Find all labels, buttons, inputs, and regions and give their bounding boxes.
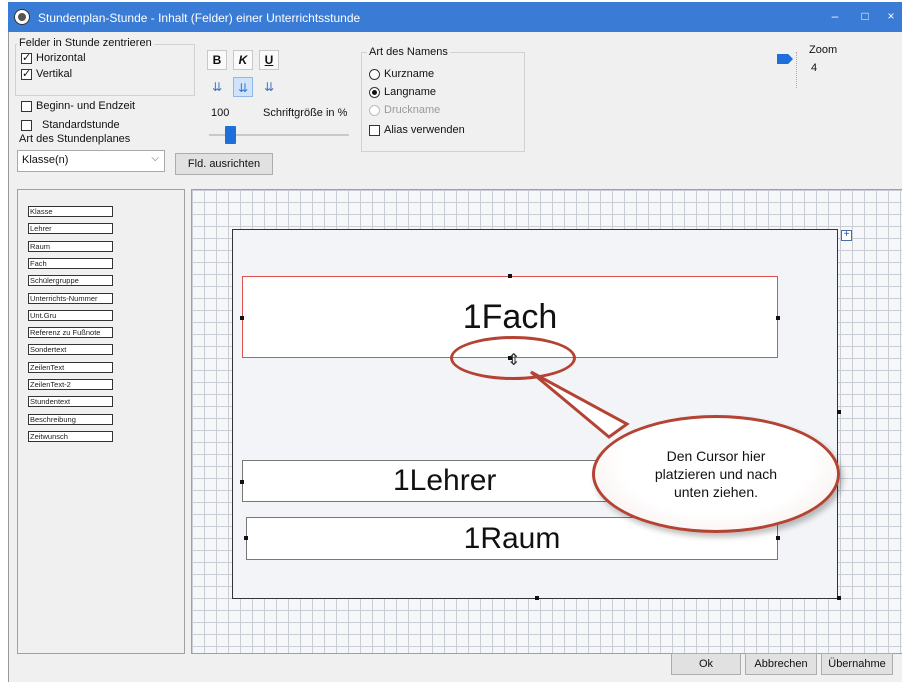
field-list-item[interactable]: ZeilenText-2	[28, 379, 113, 390]
field-list-item[interactable]: Referenz zu Fußnote	[28, 327, 113, 339]
field-lehrer[interactable]: 1Lehrer	[242, 460, 628, 502]
highlight-ellipse	[450, 336, 576, 380]
field-list-item[interactable]: Schülergruppe	[28, 275, 113, 287]
zoom-slider-track[interactable]	[796, 52, 798, 88]
druckname-label: Druckname	[384, 104, 441, 116]
font-size-label: Schriftgröße in %	[261, 107, 350, 119]
field-list-panel: Klasse Lehrer Raum Fach Schülergruppe Unterri…	[17, 189, 185, 654]
druckname-radio-icon	[369, 104, 380, 116]
callout-bubble: Den Cursor hier platzieren und nach unte…	[592, 415, 840, 533]
fach-handle-top[interactable]	[508, 274, 512, 278]
langname-radio-icon	[369, 86, 380, 98]
lehrer-handle-left[interactable]	[240, 480, 244, 484]
beginn-endzeit-checkbox[interactable]: Beginn- und Endzeit	[21, 100, 135, 112]
frame-handle-corner[interactable]	[837, 596, 841, 600]
horizontal-label: Horizontal	[36, 52, 86, 64]
beginn-endzeit-check-icon	[21, 100, 32, 112]
title-bar: Stundenplan-Stunde - Inhalt (Felder) ein…	[8, 2, 902, 32]
alias-check-icon	[369, 124, 380, 136]
zoom-slider-thumb[interactable]	[777, 54, 793, 64]
langname-radio[interactable]: Langname	[369, 86, 436, 98]
italic-button[interactable]: K	[233, 50, 253, 70]
field-list-item[interactable]: Klasse	[28, 206, 113, 217]
plan-type-select[interactable]: Klasse(n) ⌵	[17, 150, 165, 172]
align-right-icon[interactable]: ⇊	[259, 77, 279, 97]
kurzname-radio-icon	[369, 68, 380, 80]
cancel-button[interactable]: Abbrechen	[745, 653, 817, 675]
kurzname-radio[interactable]: Kurzname	[369, 68, 434, 80]
frame-handle-bottom[interactable]	[535, 596, 539, 600]
chevron-down-icon: ⌵	[151, 153, 159, 164]
align-left-icon[interactable]: ⇊	[207, 77, 227, 97]
horizontal-checkbox[interactable]: Horizontal	[21, 51, 86, 64]
align-fields-button[interactable]: Fld. ausrichten	[175, 153, 273, 175]
field-list-item[interactable]: Fach	[28, 257, 113, 269]
beginn-endzeit-label: Beginn- und Endzeit	[36, 100, 136, 112]
minimize-button[interactable]: –	[820, 2, 850, 32]
fach-handle-right[interactable]	[776, 316, 780, 320]
close-button[interactable]: ×	[876, 2, 902, 32]
fach-handle-left[interactable]	[240, 316, 244, 320]
vertikal-label: Vertikal	[36, 68, 73, 80]
underline-button[interactable]: U	[259, 50, 279, 70]
raum-handle-left[interactable]	[244, 536, 248, 540]
vertikal-check-icon	[21, 67, 32, 80]
druckname-radio[interactable]: Druckname	[369, 104, 440, 116]
field-list-item[interactable]: Raum	[28, 240, 113, 252]
align-center-icon[interactable]: ⇊	[233, 77, 253, 97]
name-type-label: Art des Namens	[367, 46, 450, 58]
field-list-item[interactable]: Unterrichts-Nummer	[28, 292, 113, 304]
vertikal-checkbox[interactable]: Vertikal	[21, 67, 73, 80]
zoom-label: Zoom	[807, 44, 840, 56]
plan-type-value: Klasse(n)	[22, 154, 69, 166]
name-type-group-box	[361, 52, 525, 152]
field-lehrer-text: 1Lehrer	[393, 464, 497, 497]
field-list-item[interactable]: Beschreibung	[28, 413, 113, 425]
layout-canvas[interactable]: + 1Fach 1Lehrer 1Raum ⇕	[191, 189, 902, 654]
standardstunde-checkbox[interactable]: Standardstunde	[21, 119, 120, 131]
langname-label: Langname	[384, 86, 436, 98]
font-size-value: 100	[209, 107, 232, 119]
callout-text: Den Cursor hier platzieren und nach unte…	[654, 448, 778, 500]
expand-plus-icon[interactable]: +	[841, 230, 852, 241]
kurzname-label: Kurzname	[384, 68, 435, 80]
raum-handle-right[interactable]	[776, 536, 780, 540]
field-fach-text: 1Fach	[462, 298, 558, 336]
standardstunde-label: Standardstunde	[42, 119, 120, 131]
alias-checkbox[interactable]: Alias verwenden	[369, 124, 465, 136]
field-list-item[interactable]: Lehrer	[28, 223, 113, 235]
apply-button[interactable]: Übernahme	[821, 653, 893, 675]
zoom-value: 4	[809, 62, 820, 74]
center-group-label: Felder in Stunde zentrieren	[17, 37, 154, 49]
ok-button[interactable]: Ok	[671, 653, 741, 675]
field-list-item[interactable]: Unt.Gru	[28, 309, 113, 321]
font-size-slider-thumb[interactable]	[225, 126, 236, 144]
plan-type-label: Art des Stundenplanes	[17, 133, 133, 145]
horizontal-check-icon	[21, 51, 32, 64]
standardstunde-check-icon	[21, 119, 32, 131]
bold-button[interactable]: B	[207, 50, 227, 70]
field-list-item[interactable]: Stundentext	[28, 396, 113, 408]
frame-handle-right[interactable]	[837, 410, 841, 414]
window-title: Stundenplan-Stunde - Inhalt (Felder) ein…	[38, 11, 361, 25]
field-list-item[interactable]: Sondertext	[28, 344, 113, 356]
field-raum-text: 1Raum	[463, 522, 561, 555]
dialog-window: Felder in Stunde zentrieren Horizontal V…	[8, 32, 902, 682]
alias-label: Alias verwenden	[384, 124, 465, 136]
app-icon	[14, 9, 30, 25]
field-list-item[interactable]: Zeitwunsch	[28, 430, 113, 442]
field-list-item[interactable]: ZeilenText	[28, 361, 113, 373]
